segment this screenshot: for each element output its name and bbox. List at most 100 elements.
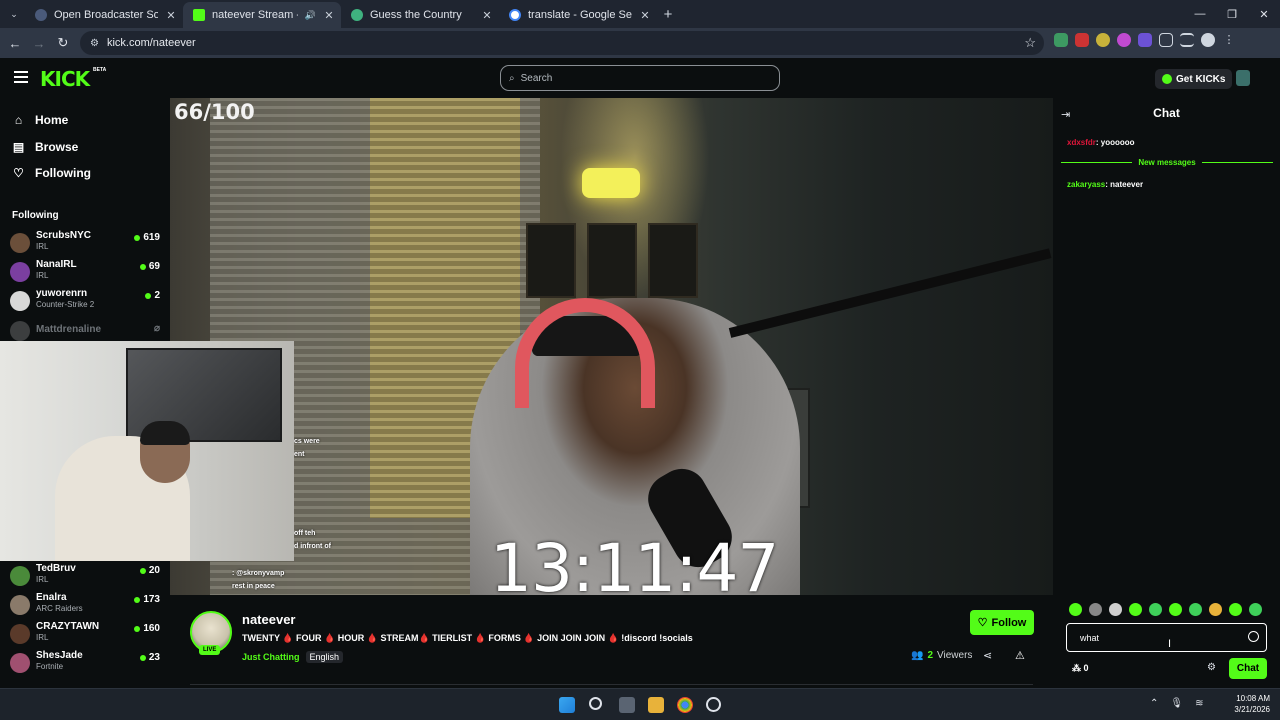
new-tab-button[interactable]: + [657, 6, 679, 23]
sidebar-item-browse[interactable]: ▤ Browse [12, 140, 79, 154]
extension-icon[interactable] [1096, 33, 1110, 47]
profile-avatar-icon[interactable] [1201, 33, 1215, 47]
video-player[interactable]: 66/100 13:11:47 cs were ent off teh d in… [170, 98, 1053, 595]
start-icon[interactable] [559, 697, 575, 713]
sidebar-item-home[interactable]: ⌂ Home [12, 113, 68, 127]
extension-icon[interactable] [1054, 33, 1068, 47]
emote-icon[interactable] [1109, 603, 1122, 616]
emote-icon[interactable] [1129, 603, 1142, 616]
emote-icon[interactable] [1069, 603, 1082, 616]
followed-channel[interactable]: yuworenrn Counter-Strike 2 2 [10, 287, 160, 311]
site-info-icon[interactable]: ⚙ [90, 38, 99, 49]
language-tag[interactable]: English [305, 651, 344, 663]
minimize-icon[interactable]: — [1184, 0, 1216, 28]
followed-channel[interactable]: CRAZYTAWN IRL 160 [10, 620, 160, 644]
tab-obs[interactable]: Open Broadcaster Software | OBS ✕ [25, 2, 183, 28]
close-window-icon[interactable]: ✕ [1248, 0, 1280, 28]
clock[interactable]: 10:08 AM 3/21/2026 [1228, 693, 1270, 715]
channel-name: NanaIRL [36, 259, 77, 270]
home-icon: ⌂ [14, 113, 23, 127]
text-cursor-icon: I [1168, 638, 1172, 650]
followed-channel[interactable]: NanaIRL IRL 69 [10, 258, 160, 282]
speaker-icon[interactable]: 🔊 [305, 10, 316, 21]
obs-icon[interactable] [706, 697, 721, 712]
back-icon[interactable]: ← [3, 36, 27, 51]
close-tab-icon[interactable]: ✕ [323, 9, 335, 22]
channel-category: ARC Raiders [36, 604, 83, 613]
collapse-chat-icon[interactable]: ⇥ [1061, 108, 1070, 121]
close-tab-icon[interactable]: ✕ [639, 9, 651, 22]
send-chat-button[interactable]: Chat [1229, 658, 1267, 679]
site-header: KICK BETA ⌕ Search Get KICKs [0, 58, 1280, 98]
emote-icon[interactable] [1089, 603, 1102, 616]
followed-channel[interactable]: Mattdrenaline ⌀ [10, 317, 160, 341]
microphone-icon[interactable]: 🎙 [1170, 698, 1183, 709]
report-icon[interactable]: ⚠ [1015, 649, 1025, 662]
search-icon: ⌕ [509, 72, 515, 84]
kick-logo[interactable]: KICK [40, 67, 90, 91]
search-icon[interactable] [589, 697, 602, 710]
reload-icon[interactable]: ↻ [51, 35, 75, 51]
new-messages-divider[interactable]: New messages [1061, 157, 1273, 167]
share-icon[interactable]: ⋖ [983, 649, 992, 662]
extension-icon[interactable] [1075, 33, 1089, 47]
tray-chevron-icon[interactable]: ⌃ [1150, 698, 1158, 709]
tab-google[interactable]: translate - Google Search ✕ [499, 2, 657, 28]
emote-icon[interactable] [1189, 603, 1202, 616]
search-input[interactable]: ⌕ Search [500, 65, 780, 91]
browser-menu-icon[interactable]: ⋮ [1222, 33, 1236, 47]
live-dot-icon [145, 292, 152, 299]
emoji-picker-icon[interactable] [1248, 631, 1259, 642]
kicks-balance[interactable]: ⁂ 0 [1072, 663, 1089, 674]
chat-title: Chat [1153, 106, 1180, 120]
chat-settings-icon[interactable]: ⚙ [1207, 662, 1216, 673]
tab-search-button[interactable]: ⌄ [3, 4, 25, 24]
channel-name: yuworenrn [36, 288, 88, 299]
followed-channel[interactable]: TedBruv IRL 20 [10, 562, 160, 586]
chat-username[interactable]: xdxsfdr [1067, 138, 1096, 147]
overlay-text: d infront of [294, 543, 331, 550]
url-field[interactable]: ⚙ kick.com/nateever ☆ [80, 31, 1044, 55]
live-dot-icon [134, 596, 141, 603]
puzzle-icon[interactable] [1159, 33, 1173, 47]
get-kicks-button[interactable]: Get KICKs [1155, 69, 1233, 89]
sidebar-item-following[interactable]: ♡ Following [12, 166, 91, 180]
extension-icon[interactable] [1117, 33, 1131, 47]
emote-icon[interactable] [1149, 603, 1162, 616]
divider-line [1061, 161, 1133, 163]
emote-icon[interactable] [1249, 603, 1262, 616]
tab-guess-country[interactable]: Guess the Country ✕ [341, 2, 499, 28]
sidebar-item-label: Browse [35, 140, 79, 154]
user-avatar[interactable] [1236, 70, 1250, 86]
overlay-text: cs were [294, 438, 320, 445]
emote-icon[interactable] [1229, 603, 1242, 616]
task-view-icon[interactable] [619, 697, 635, 713]
menu-icon[interactable] [14, 71, 28, 83]
chat-text: nateever [1110, 180, 1144, 189]
close-tab-icon[interactable]: ✕ [481, 9, 493, 22]
maximize-icon[interactable]: ❐ [1216, 0, 1248, 28]
followed-channel[interactable]: Enalra ARC Raiders 173 [10, 591, 160, 615]
extension-icon[interactable] [1138, 33, 1152, 47]
follow-button[interactable]: ♡ Follow [970, 610, 1034, 635]
file-explorer-icon[interactable] [648, 697, 664, 713]
tab-search-icon[interactable] [1180, 33, 1194, 47]
category-link[interactable]: Just Chatting [242, 651, 300, 663]
viewer-count: 69 [139, 261, 160, 272]
chrome-icon[interactable] [677, 697, 693, 713]
emote-icon[interactable] [1209, 603, 1222, 616]
forward-icon[interactable]: → [27, 36, 51, 51]
chat-input[interactable]: what [1066, 623, 1267, 652]
streamer-name[interactable]: nateever [242, 612, 295, 627]
chat-username[interactable]: zakaryass [1067, 180, 1105, 189]
bookmark-star-icon[interactable]: ☆ [1024, 35, 1036, 51]
live-badge: LIVE [199, 645, 221, 655]
wifi-icon[interactable]: ≋ [1195, 698, 1203, 709]
close-tab-icon[interactable]: ✕ [165, 9, 177, 22]
channel-category: IRL [36, 271, 49, 280]
tab-kick[interactable]: nateever Stream - Watch Live 🔊 ✕ [183, 2, 341, 28]
viewer-count-value: 160 [143, 623, 160, 634]
followed-channel[interactable]: ScrubsNYC IRL 619 [10, 229, 160, 253]
followed-channel[interactable]: ShesJade Fortnite 23 [10, 649, 160, 673]
emote-icon[interactable] [1169, 603, 1182, 616]
